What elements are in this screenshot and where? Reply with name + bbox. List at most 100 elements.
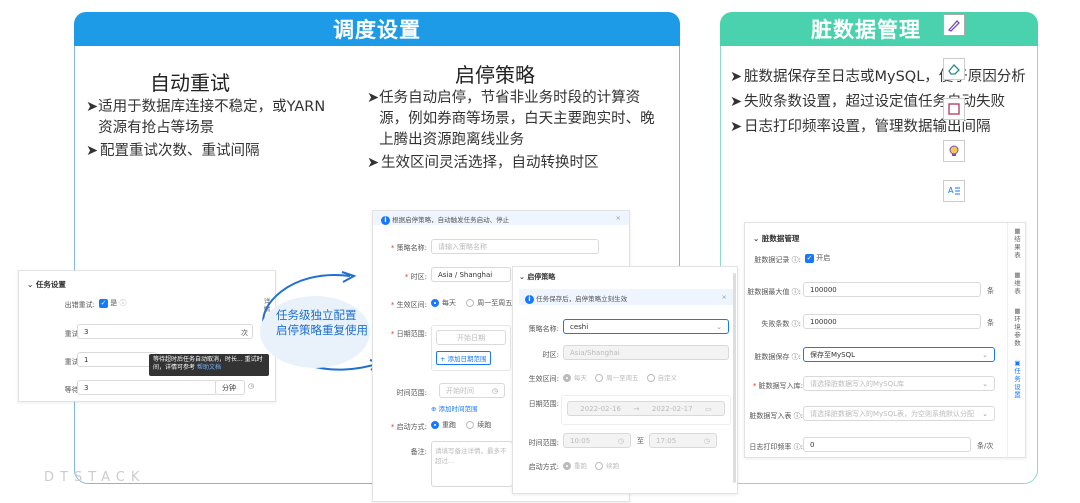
- chevron-down-icon: ⌄: [982, 409, 988, 418]
- side-tab-dim-table[interactable]: ▦ 维表: [1008, 271, 1027, 295]
- popup-tz-input: Asia/Shanghai: [563, 345, 729, 360]
- freq-label: 日志打印频率 ⓘ:: [749, 443, 803, 451]
- start-time-input[interactable]: 开始时间 ◷: [439, 383, 505, 398]
- save-label: 脏数据保存 ⓘ:: [754, 353, 801, 361]
- list-item: ➤ 脏数据保存至日志或MySQL，便于原因分析: [730, 69, 1026, 85]
- record-checkbox[interactable]: ✓ 开启: [805, 253, 830, 263]
- popup-time-label: 时间范围:: [528, 439, 559, 447]
- table-select[interactable]: 请选择脏数据写入的MySQL表，为空则系统默认分配 ⌄: [803, 406, 995, 421]
- eraser-icon[interactable]: [943, 58, 965, 80]
- fail-label: 失败条数 ⓘ:: [761, 320, 801, 328]
- note-label: 备注:: [410, 448, 427, 456]
- popup-title: ⌄ 启停策略: [519, 273, 556, 281]
- dirty-form-title: ⌄ 脏数据管理: [753, 234, 800, 243]
- start-stop-title: 启停策略: [455, 63, 535, 87]
- close-icon[interactable]: ×: [616, 214, 621, 222]
- fail-input[interactable]: 100000: [803, 314, 981, 329]
- db-label: 脏数据写入库:: [747, 381, 803, 391]
- side-tab-result-table[interactable]: ▦ 结果表: [1008, 227, 1027, 259]
- timeout-input[interactable]: 3: [77, 380, 217, 395]
- retry-interval-input[interactable]: 1: [77, 352, 157, 367]
- table-icon: ▦: [1014, 271, 1021, 279]
- info-icon: i: [525, 295, 534, 304]
- max-input[interactable]: 100000: [803, 282, 981, 297]
- chevron-down-icon: ⌄: [982, 379, 988, 388]
- list-item: ➤ 适用于数据库连接不稳定，或YARN资源有抢占等场景: [86, 99, 326, 136]
- popup-range-label: 生效区间:: [528, 375, 559, 383]
- task-settings-heading: ⌄ 任务设置: [27, 280, 66, 289]
- start-date-input[interactable]: 开始日期: [436, 330, 506, 345]
- svg-text:A: A: [948, 186, 954, 195]
- question-icon: ⓘ: [119, 299, 127, 307]
- lightbulb-icon[interactable]: [943, 140, 965, 162]
- add-date-range-button[interactable]: + 添加日期范围: [436, 351, 491, 365]
- pen-icon[interactable]: [943, 14, 965, 36]
- start-mode-label: 启动方式:: [377, 422, 427, 432]
- start-mode-options[interactable]: 重跑 续跑: [431, 420, 491, 430]
- popup-time-sep: 至: [637, 437, 644, 445]
- list-item: ➤ 失败条数设置，超过设定值任务自动失败: [730, 94, 1005, 110]
- save-select[interactable]: 保存至MySQL ⌄: [803, 347, 995, 362]
- time-range-label: 时间范围:: [396, 389, 427, 397]
- retry-count-input[interactable]: 3: [77, 324, 253, 339]
- popup-tz-label: 时区:: [542, 351, 559, 359]
- popup-date-box: 2022-02-16 → 2022-02-17 ▭: [561, 395, 731, 425]
- freq-unit: 条/次: [977, 442, 994, 450]
- side-tab-task-settings[interactable]: ▣ 任务设置: [1008, 359, 1027, 399]
- policy-name-input[interactable]: 请输入策略名称: [431, 239, 599, 254]
- list-item: ➤ 日志打印频率设置，管理数据输出间隔: [730, 119, 991, 135]
- popup-name-label: 策略名称:: [528, 325, 559, 333]
- auto-retry-title: 自动重试: [150, 71, 230, 95]
- date-range-box: 开始日期 + 添加日期范围: [431, 325, 511, 371]
- info-icon: i: [381, 216, 390, 225]
- db-select[interactable]: 请选择脏数据写入的MySQL库 ⌄: [803, 376, 995, 391]
- popup-mode-label: 启动方式:: [528, 463, 559, 471]
- watermark: DTSTACK: [44, 470, 146, 485]
- max-label: 脏数据最大值 ⓘ:: [747, 288, 801, 296]
- dirty-data-screenshot: ⌄ 脏数据管理 脏数据记录 ⓘ: ✓ 开启 脏数据最大值 ⓘ: 100000 条…: [744, 222, 1027, 459]
- table-label: 脏数据写入表 ⓘ:: [749, 412, 803, 420]
- callout-text: 任务级独立配置 启停策略重复使用: [276, 308, 368, 337]
- popup-date-label: 日期范围:: [528, 400, 559, 408]
- dirty-side-tabs: ▦ 结果表 ▦ 维表 ▦ 环境参数 ▣ 任务设置: [1007, 223, 1027, 459]
- policy-banner: i 根据启停策略，自动触发任务启动、停止 ×: [373, 211, 629, 225]
- schedule-settings-title: 调度设置: [333, 18, 421, 42]
- dirty-data-title: 脏数据管理: [811, 18, 921, 42]
- settings-icon: ▣: [1014, 359, 1021, 367]
- clock-icon: ◷: [703, 436, 710, 445]
- policy-popup-screenshot: ⌄ 启停策略 i 任务保存后，启停策略立刻生效 × 策略名称: ceshi ⌄ 时…: [512, 266, 738, 494]
- popup-mode-options: 重跑 续跑: [563, 460, 619, 470]
- max-unit: 条: [987, 287, 994, 295]
- date-range-label: 日期范围:: [377, 329, 427, 339]
- start-stop-bullets: ➤ 任务自动启停，节省非业务时段的计算资源，例如券商等场景，白天主要跑实时、晚上腾…: [367, 88, 669, 174]
- help-doc-link[interactable]: 帮助文档: [197, 364, 221, 371]
- fail-unit: 条: [987, 319, 994, 327]
- dirty-data-header: 脏数据管理: [720, 12, 1038, 46]
- retry-checkbox[interactable]: ✓ 是 ⓘ: [99, 298, 126, 308]
- chevron-down-icon: ⌄: [716, 322, 722, 331]
- retry-label: 出错重试:: [64, 301, 95, 309]
- close-icon[interactable]: ×: [722, 293, 727, 301]
- popup-time-end: 17:05 ◷: [649, 433, 717, 448]
- popup-range-options: 每天 周一至周五 自定义: [563, 372, 677, 382]
- calendar-icon: ▭: [705, 404, 712, 413]
- note-textarea[interactable]: 请填写备注详情，最多不超过...: [431, 441, 513, 487]
- popup-date-range: 2022-02-16 → 2022-02-17 ▭: [567, 401, 725, 416]
- timezone-select[interactable]: Asia / Shanghai: [431, 267, 511, 282]
- add-time-range-link[interactable]: ⊕ 添加时间范围: [431, 403, 478, 413]
- range-label: 生效区间:: [377, 300, 427, 310]
- scrollbar[interactable]: [733, 273, 736, 483]
- clock-icon: ◷: [617, 436, 624, 445]
- popup-name-select[interactable]: ceshi ⌄: [563, 319, 729, 334]
- list-item: ➤ 任务自动启停，节省非业务时段的计算资源，例如券商等场景，白天主要跑实时、晚上腾…: [367, 90, 655, 148]
- auto-retry-bullets: ➤ 适用于数据库连接不稳定，或YARN资源有抢占等场景 ➤ 配置重试次数、重试间隔: [86, 97, 331, 162]
- range-options[interactable]: 每天 周一至周五: [431, 298, 512, 308]
- chevron-down-icon: ⌄: [982, 350, 988, 359]
- list-item: ➤ 配置重试次数、重试间隔: [86, 143, 260, 159]
- text-format-icon[interactable]: A: [943, 180, 965, 202]
- freq-input[interactable]: 0: [803, 437, 971, 452]
- policy-name-label: 策略名称:: [377, 243, 427, 253]
- frame-icon[interactable]: [943, 98, 965, 120]
- timezone-label: 时区:: [377, 272, 427, 282]
- side-tab-env-params[interactable]: ▦ 环境参数: [1008, 307, 1027, 347]
